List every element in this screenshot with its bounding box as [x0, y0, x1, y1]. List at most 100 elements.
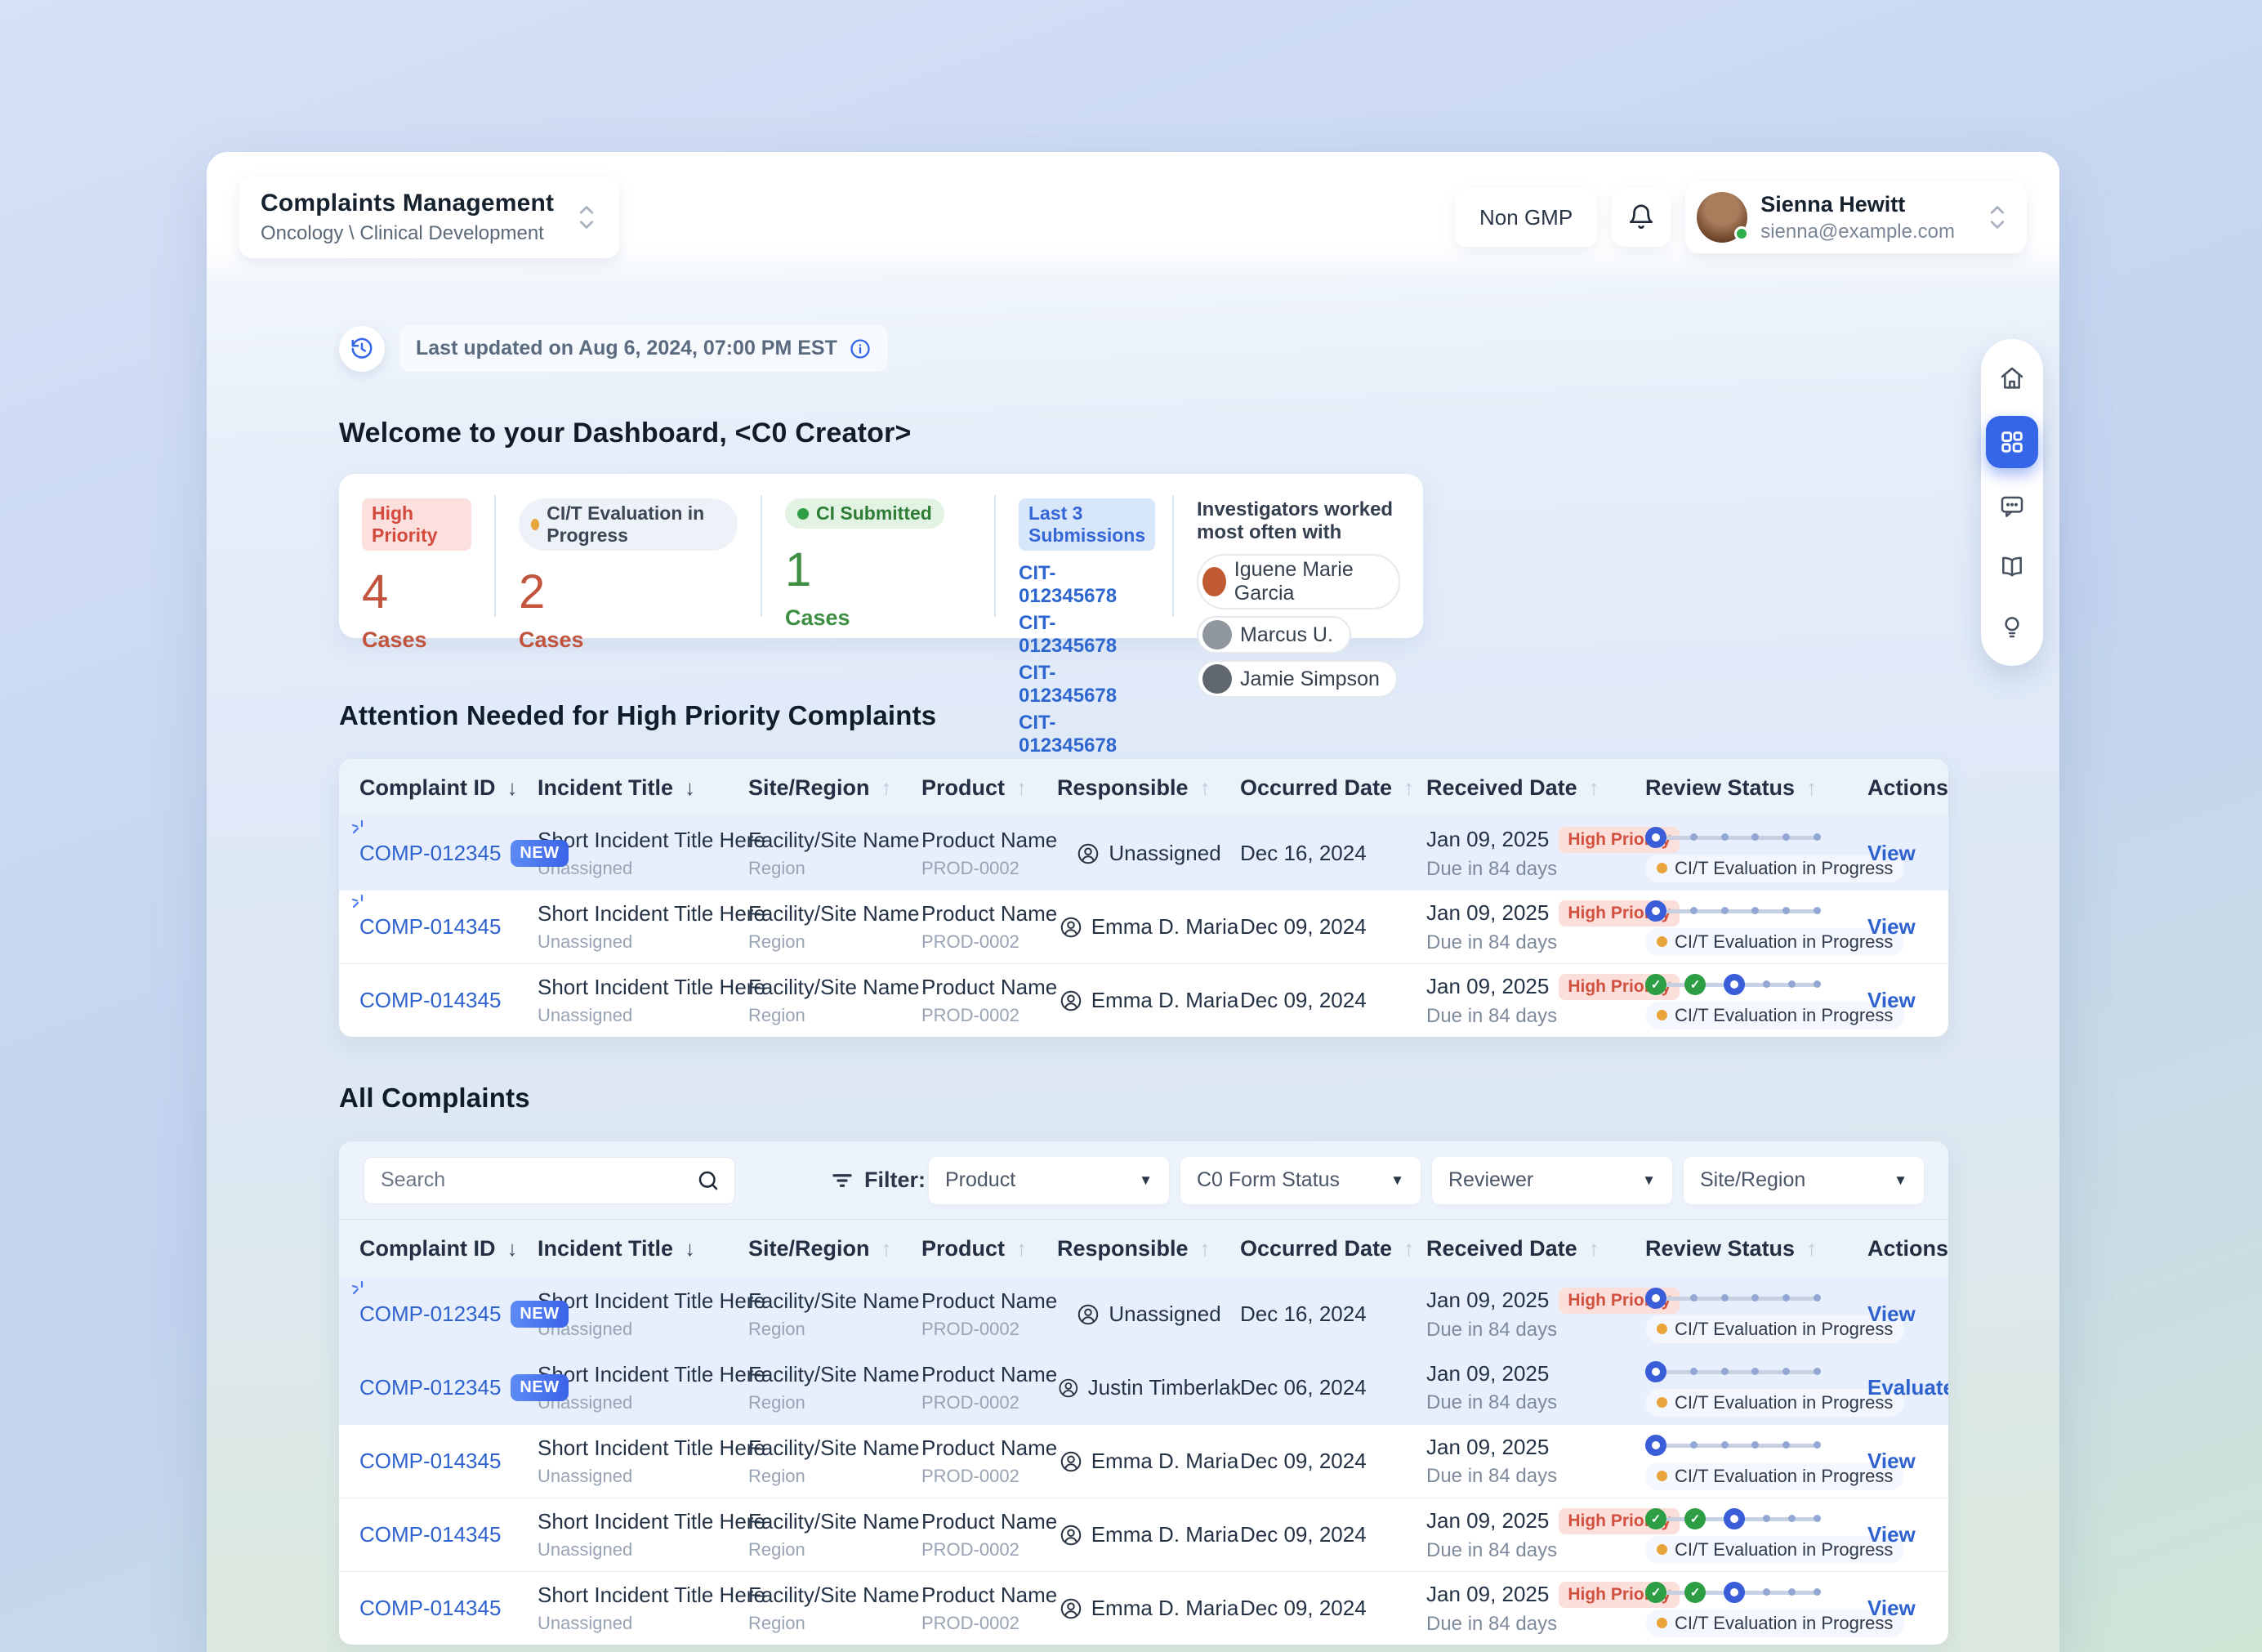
column-header-complaint-id[interactable]: Complaint ID↓ [359, 775, 538, 801]
cell-responsible: Unassigned [1057, 1302, 1240, 1327]
search-input[interactable] [364, 1157, 735, 1204]
info-icon[interactable] [849, 337, 872, 360]
submission-link[interactable]: CIT-012345678 [1019, 612, 1149, 658]
complaint-id-wrap: COMP-012345NEW [359, 1374, 538, 1401]
avatar [1202, 620, 1232, 650]
action-link[interactable]: View [1867, 1302, 1928, 1327]
attention-table: Complaint ID↓Incident Title↓Site/Region↑… [339, 759, 1948, 1037]
cell-received-date: Jan 09, 2025High PriorityDue in 84 days [1426, 1582, 1645, 1636]
complaint-id-link[interactable]: COMP-014345 [359, 988, 501, 1013]
sort-asc-icon: ↑ [881, 775, 892, 801]
step-pending-dot [1751, 1368, 1759, 1375]
occurred-date: Dec 16, 2024 [1240, 841, 1426, 866]
ci-submitted-pill: CI Submitted [785, 498, 944, 529]
filter-dropdown-site-region[interactable]: Site/Region▼ [1684, 1157, 1924, 1204]
status-text: CI/T Evaluation in Progress [1675, 1392, 1893, 1413]
column-header-review-status[interactable]: Review Status↑ [1645, 775, 1867, 801]
due-text: Due in 84 days [1426, 1391, 1645, 1414]
cell-sub-text: Unassigned [538, 1466, 748, 1487]
column-header-received-date[interactable]: Received Date↑ [1426, 1236, 1645, 1261]
investigator-chip[interactable]: Iguene Marie Garcia [1197, 554, 1400, 609]
received-date-line: Jan 09, 2025High Priority [1426, 1582, 1645, 1608]
sidebar-item-dashboard[interactable] [1986, 416, 2038, 468]
complaint-id-wrap: COMP-014345 [359, 988, 538, 1013]
complaint-id-link[interactable]: COMP-012345 [359, 841, 501, 866]
action-link[interactable]: View [1867, 841, 1928, 866]
action-link[interactable]: View [1867, 988, 1928, 1013]
filter-dropdown-reviewer[interactable]: Reviewer▼ [1432, 1157, 1672, 1204]
submission-link[interactable]: CIT-012345678 [1019, 562, 1149, 608]
main-content: Last updated on Aug 6, 2024, 07:00 PM ES… [207, 283, 2059, 1645]
sidebar-item-messages[interactable] [1989, 483, 2035, 529]
column-header-product[interactable]: Product↑ [921, 775, 1057, 801]
app-switcher[interactable]: Complaints Management Oncology \ Clinica… [239, 176, 619, 258]
sort-asc-icon: ↑ [881, 1236, 892, 1261]
cell-sub-text: Unassigned [538, 1319, 748, 1340]
column-header-site-region[interactable]: Site/Region↑ [748, 1236, 921, 1261]
cell-occurred-date: Dec 16, 2024 [1240, 1302, 1426, 1327]
investigator-chip[interactable]: Jamie Simpson [1197, 660, 1398, 698]
action-link[interactable]: View [1867, 1449, 1928, 1474]
column-header-review-status[interactable]: Review Status↑ [1645, 1236, 1867, 1261]
chevron-down-icon: ▼ [1894, 1172, 1907, 1189]
cell-sub-text: Region [748, 858, 921, 879]
column-header-responsible[interactable]: Responsible↑ [1057, 1236, 1240, 1261]
refresh-history-button[interactable] [339, 326, 385, 372]
action-link[interactable]: Evaluate [1867, 1375, 1928, 1400]
submission-link[interactable]: CIT-012345678 [1019, 662, 1149, 708]
column-header-site-region[interactable]: Site/Region↑ [748, 775, 921, 801]
sidebar-item-library[interactable] [1989, 543, 2035, 589]
step-pending-dot [1788, 980, 1796, 988]
action-link[interactable]: View [1867, 914, 1928, 940]
responsible-name: Emma D. Maria [1091, 1522, 1239, 1547]
column-label: Incident Title [538, 775, 673, 801]
sidebar-item-home[interactable] [1989, 355, 2035, 401]
notifications-button[interactable] [1612, 188, 1671, 247]
column-header-product[interactable]: Product↑ [921, 1236, 1057, 1261]
cell-main-text: Short Incident Title Here [538, 1435, 748, 1461]
column-header-complaint-id[interactable]: Complaint ID↓ [359, 1236, 538, 1261]
review-progress-stepper: ✓✓ [1645, 972, 1821, 997]
step-pending-dot [1814, 980, 1821, 988]
yellow-dot-icon [1657, 936, 1667, 947]
cell-product: Product NamePROD-0002 [921, 828, 1057, 879]
complaint-id-link[interactable]: COMP-014345 [359, 1596, 501, 1621]
cell-occurred-date: Dec 06, 2024 [1240, 1375, 1426, 1400]
submission-link[interactable]: CIT-012345678 [1019, 712, 1149, 757]
column-header-responsible[interactable]: Responsible↑ [1057, 775, 1240, 801]
cell-main-text: Facility/Site Name [748, 1583, 921, 1608]
chevron-down-icon: ▼ [1139, 1172, 1153, 1189]
cell-actions: View [1867, 1449, 1928, 1474]
user-menu[interactable]: Sienna Hewitt sienna@example.com [1685, 181, 2027, 253]
lightbulb-icon [1999, 614, 2025, 640]
chevron-down-icon: ▼ [1390, 1172, 1404, 1189]
filter-dropdown-c0-form-status[interactable]: C0 Form Status▼ [1180, 1157, 1421, 1204]
filter-dropdown-product[interactable]: Product▼ [929, 1157, 1169, 1204]
column-header-incident-title[interactable]: Incident Title↓ [538, 775, 748, 801]
complaint-id-link[interactable]: COMP-014345 [359, 914, 501, 940]
column-label: Complaint ID [359, 775, 496, 801]
complaint-id-link[interactable]: COMP-014345 [359, 1449, 501, 1474]
status-text: CI/T Evaluation in Progress [1675, 858, 1893, 879]
column-header-actions[interactable]: Actions [1867, 1236, 1948, 1261]
sidebar-item-insights[interactable] [1989, 604, 2035, 650]
step-pending-dot [1690, 833, 1698, 841]
step-pending-dot [1751, 907, 1759, 914]
column-header-received-date[interactable]: Received Date↑ [1426, 775, 1645, 801]
cell-sub-text: Region [748, 1319, 921, 1340]
column-header-occurred-date[interactable]: Occurred Date↑ [1240, 1236, 1426, 1261]
column-header-actions[interactable]: Actions [1867, 775, 1948, 801]
action-link[interactable]: View [1867, 1522, 1928, 1547]
table-row: COMP-014345Short Incident Title HereUnas… [339, 890, 1948, 963]
action-link[interactable]: View [1867, 1596, 1928, 1621]
cell-incident-title: Short Incident Title HereUnassigned [538, 1509, 748, 1560]
non-gmp-button[interactable]: Non GMP [1455, 188, 1597, 247]
complaint-id-link[interactable]: COMP-012345 [359, 1302, 501, 1327]
investigator-chip[interactable]: Marcus U. [1197, 616, 1351, 654]
chevron-down-icon: ▼ [1642, 1172, 1656, 1189]
complaint-id-link[interactable]: COMP-014345 [359, 1522, 501, 1547]
occurred-date: Dec 06, 2024 [1240, 1375, 1426, 1400]
complaint-id-link[interactable]: COMP-012345 [359, 1375, 501, 1400]
column-header-incident-title[interactable]: Incident Title↓ [538, 1236, 748, 1261]
column-header-occurred-date[interactable]: Occurred Date↑ [1240, 775, 1426, 801]
